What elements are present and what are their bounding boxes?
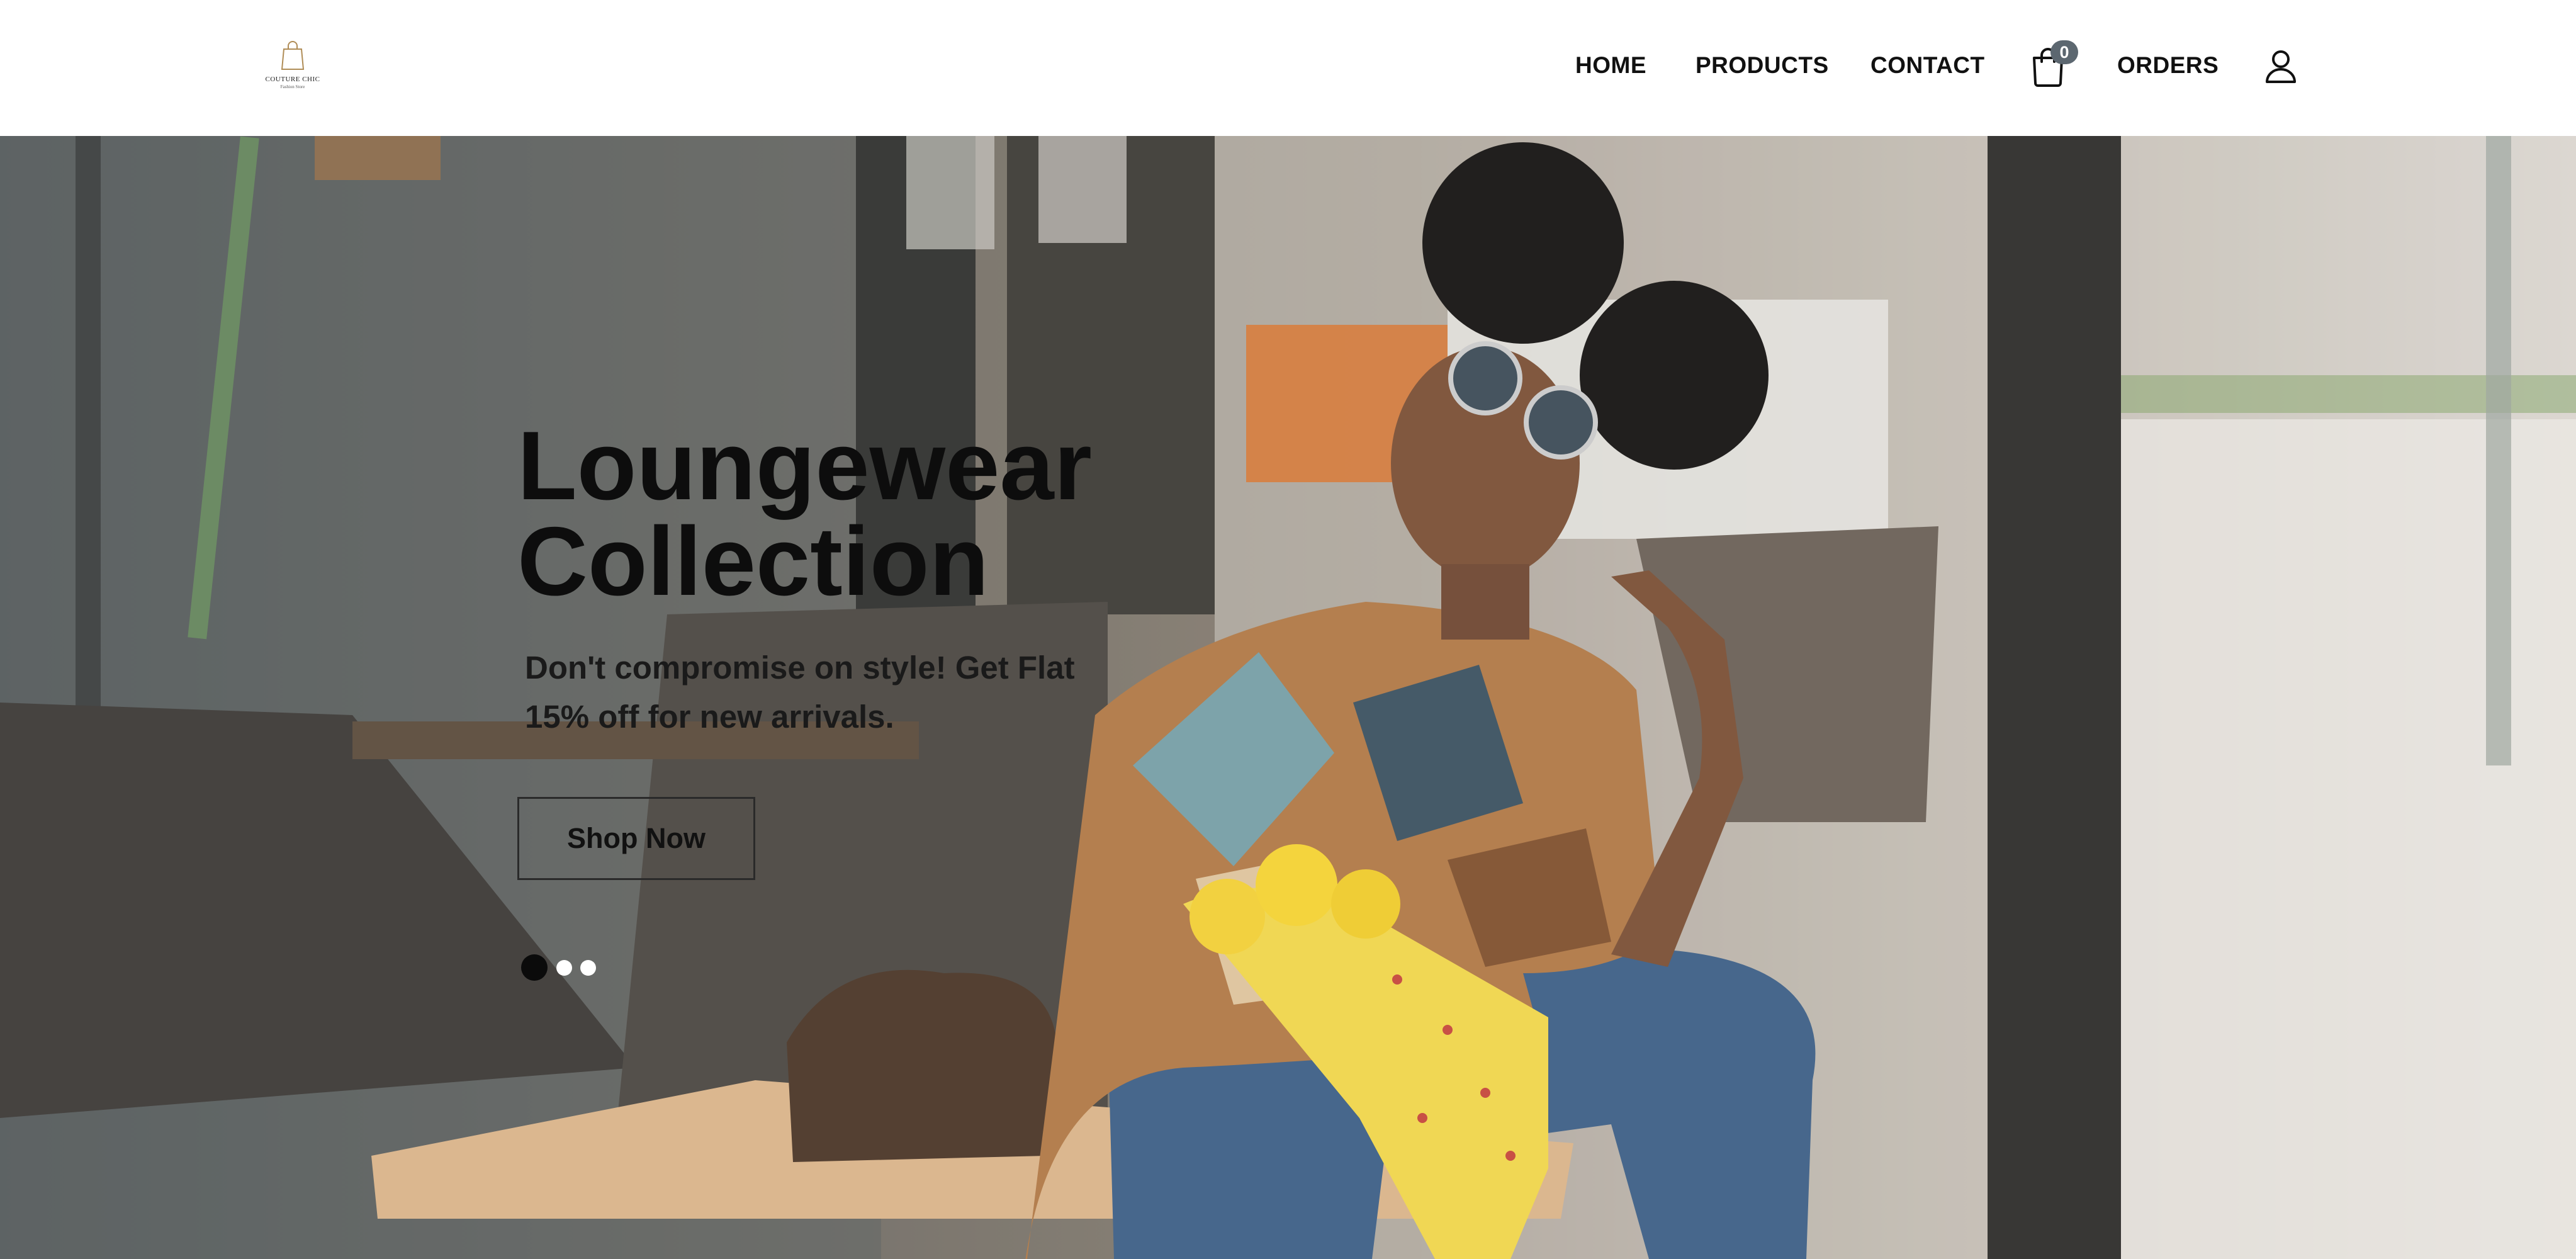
brand-tagline: Fashion Store xyxy=(280,84,305,89)
account-button[interactable] xyxy=(2263,48,2298,86)
carousel-dot-1-active[interactable] xyxy=(521,954,548,981)
nav-home-link[interactable]: HOME xyxy=(1575,52,1646,79)
user-icon xyxy=(2266,50,2296,83)
nav-orders-link[interactable]: ORDERS xyxy=(2117,52,2219,79)
cart-count-badge: 0 xyxy=(2050,40,2078,64)
hero-banner: Loungewear Collection Don't compromise o… xyxy=(0,136,2576,1259)
cart-button[interactable]: 0 xyxy=(2028,40,2078,91)
shopping-bag-logo-icon xyxy=(281,41,305,70)
hero-title-line-2: Collection xyxy=(517,507,989,616)
brand-logo[interactable]: COUTURE CHIC Fashion Store xyxy=(255,39,330,96)
brand-name: COUTURE CHIC xyxy=(265,76,320,83)
hero-title: Loungewear Collection xyxy=(517,411,1210,616)
navbar: COUTURE CHIC Fashion Store HOME PRODUCTS… xyxy=(0,0,2576,136)
nav-contact-link[interactable]: CONTACT xyxy=(1870,52,1985,79)
nav-products-link[interactable]: PRODUCTS xyxy=(1696,52,1829,79)
carousel-dot-3[interactable] xyxy=(580,960,596,976)
hero-background-photo xyxy=(0,136,2576,1259)
carousel-dot-2[interactable] xyxy=(556,960,572,976)
hero-title-line-1: Loungewear xyxy=(517,411,1092,520)
hero-subtitle: Don't compromise on style! Get Flat 15% … xyxy=(525,650,1075,735)
shop-now-button[interactable]: Shop Now xyxy=(517,797,755,880)
